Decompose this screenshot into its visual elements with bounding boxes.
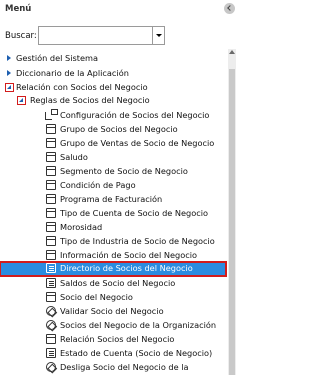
menu-item-label: Grupo de Socios del Negocio bbox=[60, 124, 178, 134]
process-icon bbox=[46, 362, 56, 372]
menu-item[interactable]: Condición de Pago bbox=[44, 179, 226, 192]
menu-item-label: Condición de Pago bbox=[60, 180, 136, 190]
menu-item[interactable]: Tipo de Cuenta de Socio de Negocio bbox=[44, 207, 226, 220]
search-label: Buscar: bbox=[5, 30, 37, 41]
report-form-icon bbox=[46, 263, 56, 273]
collapse-menu-icon[interactable] bbox=[224, 3, 235, 14]
window-icon bbox=[46, 250, 56, 260]
menu-item-label: Morosidad bbox=[60, 222, 103, 232]
window-icon bbox=[46, 180, 56, 190]
menu-item-label: Socios del Negocio de la Organización bbox=[60, 320, 217, 330]
window-icon bbox=[46, 222, 56, 232]
menu-item-label: Tipo de Industria de Socio de Negocio bbox=[60, 236, 215, 246]
search-combobox[interactable] bbox=[37, 26, 165, 45]
window-icon bbox=[46, 124, 56, 134]
menu-item[interactable]: Segmento de Socio de Negocio bbox=[44, 165, 226, 178]
window-icon bbox=[46, 166, 56, 176]
menu-item[interactable]: Socios del Negocio de la Organización bbox=[44, 319, 226, 332]
window-icon bbox=[46, 194, 56, 204]
menu-item-label: Socio del Negocio bbox=[60, 292, 133, 302]
menu-item[interactable]: Información de Socio del Negocio bbox=[44, 249, 226, 262]
menu-item[interactable]: Morosidad bbox=[44, 221, 226, 234]
menu-item[interactable]: Desliga Socio del Negocio de la bbox=[44, 361, 226, 374]
window-icon bbox=[46, 292, 56, 302]
menu-item[interactable]: Grupo de Socios del Negocio bbox=[44, 123, 226, 136]
menu-item[interactable]: Socio del Negocio bbox=[44, 291, 226, 304]
menu-item-label: Directorio de Socios del Negocio bbox=[60, 263, 193, 273]
scroll-up-arrow-icon[interactable] bbox=[229, 50, 235, 54]
menu-item-label: Tipo de Cuenta de Socio de Negocio bbox=[60, 208, 209, 218]
vertical-scrollbar[interactable] bbox=[228, 49, 236, 375]
window-icon bbox=[46, 236, 56, 246]
tree-node-label: Relación con Socios del Negocio bbox=[16, 82, 148, 92]
menu-item[interactable]: Programa de Facturación bbox=[44, 193, 226, 206]
menu-item-label: Validar Socio del Negocio bbox=[60, 306, 164, 316]
collapse-arrow-icon[interactable] bbox=[17, 96, 26, 105]
scrollbar-thumb[interactable] bbox=[229, 69, 235, 375]
menu-item-label: Segmento de Socio de Negocio bbox=[60, 166, 188, 176]
menu-item[interactable]: Relación Socios del Negocio bbox=[44, 333, 226, 346]
menu-item-label: Programa de Facturación bbox=[60, 194, 163, 204]
menu-item-label: Saludo bbox=[60, 152, 88, 162]
menu-item[interactable]: Saludo bbox=[44, 151, 226, 164]
menu-item-label: Relación Socios del Negocio bbox=[60, 334, 175, 344]
tree-node-label: Reglas de Socios del Negocio bbox=[30, 95, 150, 105]
window-icon bbox=[46, 138, 56, 148]
collapse-arrow-icon[interactable] bbox=[5, 83, 14, 92]
menu-item-label: Grupo de Ventas de Socio de Negocio bbox=[60, 138, 215, 148]
menu-item-label: Desliga Socio del Negocio de la bbox=[60, 362, 189, 372]
tree-node-label: Gestión del Sistema bbox=[16, 53, 99, 63]
menu-title: Menú bbox=[5, 4, 32, 14]
window-icon bbox=[46, 208, 56, 218]
report-form-icon bbox=[46, 348, 56, 358]
menu-item-label: Configuración de Socios del Negocio bbox=[60, 110, 210, 120]
workflow-icon bbox=[44, 109, 58, 121]
menu-item[interactable]: Tipo de Industria de Socio de Negocio bbox=[44, 235, 226, 248]
menu-item[interactable]: Estado de Cuenta (Socio de Negocio) bbox=[44, 347, 226, 360]
menu-item[interactable]: Saldos de Socio del Negocio bbox=[44, 277, 226, 290]
tree-node-label: Diccionario de la Aplicación bbox=[16, 68, 129, 78]
menu-item-label: Información de Socio del Negocio bbox=[60, 250, 197, 260]
search-bar: Buscar: bbox=[5, 26, 165, 45]
process-icon bbox=[46, 306, 56, 316]
menu-item[interactable]: Configuración de Socios del Negocio bbox=[44, 109, 226, 122]
menu-item[interactable]: Validar Socio del Negocio bbox=[44, 305, 226, 318]
report-form-icon bbox=[46, 278, 56, 288]
search-dropdown-button[interactable] bbox=[151, 27, 164, 44]
process-icon bbox=[46, 320, 56, 330]
menu-item-label: Saldos de Socio del Negocio bbox=[60, 278, 176, 288]
expand-arrow-icon[interactable] bbox=[5, 54, 14, 63]
window-icon bbox=[46, 152, 56, 162]
menu-item-label: Estado de Cuenta (Socio de Negocio) bbox=[60, 348, 213, 358]
menu-item[interactable]: Grupo de Ventas de Socio de Negocio bbox=[44, 137, 226, 150]
window-icon bbox=[46, 334, 56, 344]
menu-item-selected[interactable]: Directorio de Socios del Negocio bbox=[0, 261, 227, 277]
expand-arrow-icon[interactable] bbox=[5, 69, 14, 78]
menu-header: Menú bbox=[0, 0, 240, 19]
